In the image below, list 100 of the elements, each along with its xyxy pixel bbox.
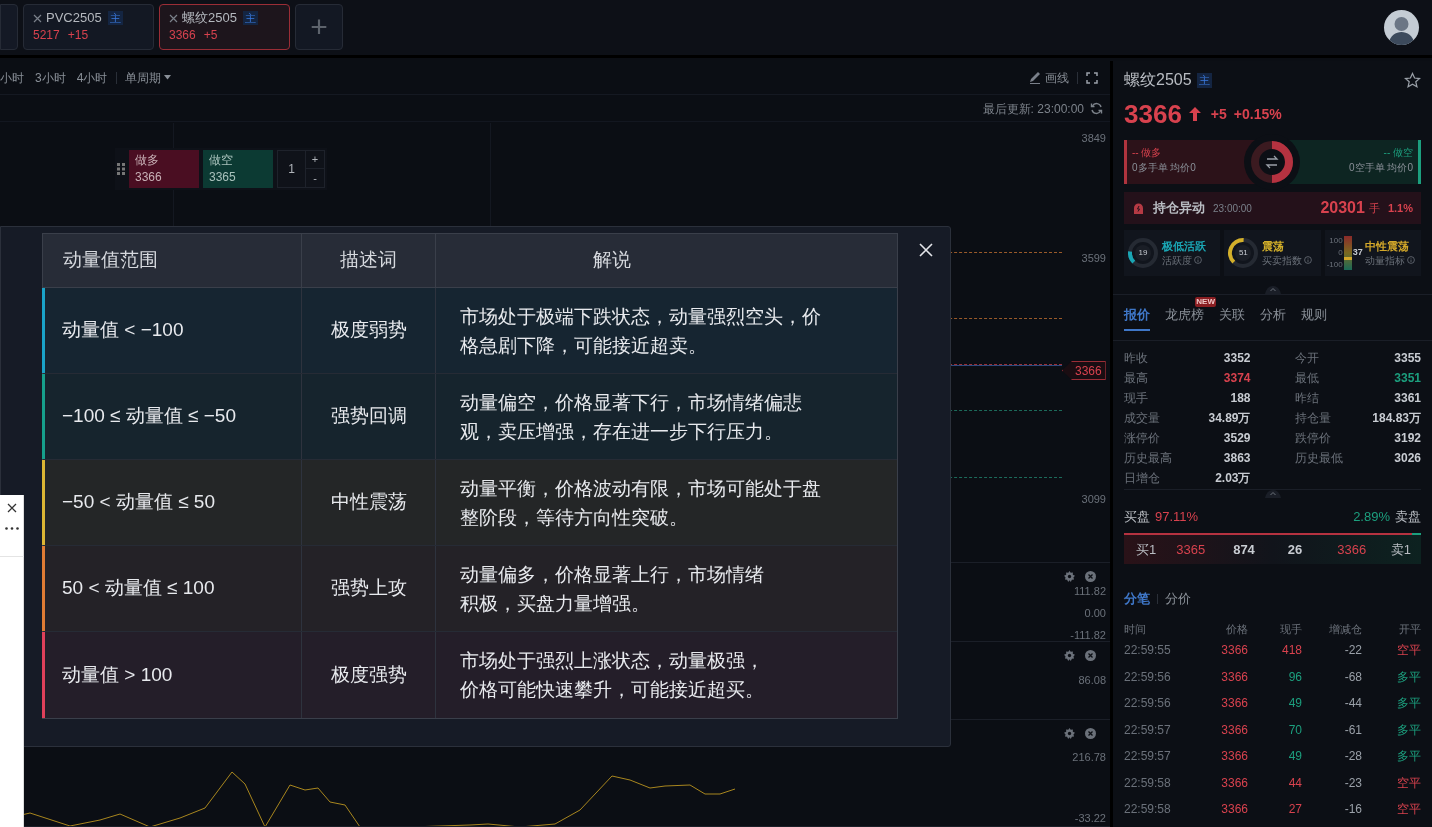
indicator-subtitle: 动量指标 <box>1364 253 1405 268</box>
quote-label: 成交量 <box>1124 410 1160 427</box>
tab-change: +15 <box>67 27 89 43</box>
period-mode-dropdown[interactable]: 单周期 <box>125 68 172 87</box>
trade-oi-change: -22 <box>1343 642 1362 660</box>
refresh-icon[interactable] <box>1090 102 1103 115</box>
indicator-axis-label: 0.00 <box>1084 607 1106 620</box>
indicator-title: 极低活跃 <box>1162 238 1206 253</box>
trade-action: 空平 <box>1396 774 1421 792</box>
last-update-text: 最后更新: 23:00:00 <box>982 100 1084 118</box>
long-label: -- 做多 <box>1132 146 1163 160</box>
quote-label: 昨收 <box>1124 350 1148 367</box>
indicator-axis-label: -111.82 <box>1070 629 1106 641</box>
trade-price: 3366 <box>1220 668 1248 686</box>
trade-volume: 49 <box>1287 748 1302 766</box>
panel-tab[interactable]: 分析 <box>1260 301 1286 331</box>
fullscreen-icon[interactable] <box>1086 71 1098 84</box>
indicator-subtitle: 买卖指数 <box>1262 253 1303 268</box>
panel-tab[interactable]: 规则 <box>1301 301 1327 331</box>
increase-button[interactable]: + <box>306 151 324 169</box>
column-header: 描述词 <box>302 234 436 287</box>
period-option[interactable]: 小时 <box>0 68 24 87</box>
quote-label: 历史最低 <box>1294 450 1343 467</box>
bid-label: 买1 <box>1136 540 1157 559</box>
trade-tab[interactable]: 分价 <box>1165 589 1191 609</box>
settings-icon[interactable] <box>1064 650 1075 661</box>
alert-time: 23:00:00 <box>1213 201 1252 216</box>
draw-line-button[interactable]: 画线 <box>1029 68 1069 87</box>
quote-label: 跌停价 <box>1294 430 1331 447</box>
explanation-line: 动量偏多，价格显著上行，市场情绪 <box>460 562 764 587</box>
indicator-card[interactable]: 19 极低活跃 活跃度 <box>1124 230 1221 276</box>
trade-price: 3366 <box>1220 721 1248 739</box>
ask-label: 卖1 <box>1390 540 1411 559</box>
quote-value: 3026 <box>1394 450 1421 467</box>
panel-tab[interactable]: 报价 <box>1124 301 1150 331</box>
range-cell-text: −50 < 动量值 ≤ 50 <box>62 490 215 515</box>
settings-icon[interactable] <box>1064 728 1075 739</box>
new-badge: NEW <box>1195 297 1216 307</box>
buy-long-button[interactable]: 做多 3366 <box>129 150 199 188</box>
quote-label: 今开 <box>1294 350 1319 367</box>
price-axis-label: 3099 <box>1081 492 1106 507</box>
instrument-tab[interactable]: PVC2505 主 5217 +15 <box>23 4 154 50</box>
momentum-value: 37 <box>1352 246 1363 260</box>
panel-tab[interactable]: 关联 <box>1219 301 1245 331</box>
tab-price: 3366 <box>169 27 196 43</box>
trade-time: 22:59:58 <box>1124 801 1172 819</box>
pen-icon <box>1029 71 1041 84</box>
period-option[interactable]: 4小时 <box>76 68 108 87</box>
scale-label: -100 <box>1326 259 1343 271</box>
last-price: 3366 <box>1124 97 1182 131</box>
sell-side-percent: 2.89% <box>1353 508 1390 527</box>
drag-handle-icon[interactable] <box>117 163 125 175</box>
info-icon[interactable] <box>1304 256 1313 264</box>
info-icon[interactable] <box>1194 256 1202 264</box>
quote-value: 3192 <box>1394 430 1421 447</box>
explanation-line: 价格可能快速攀升，可能接近超买。 <box>460 678 764 702</box>
tab-price: 5217 <box>33 27 60 43</box>
explanation-line: 积极，买盘力量增强。 <box>460 591 650 616</box>
indicator-axis-label: 111.82 <box>1074 585 1106 598</box>
main-contract-badge: 主 <box>242 11 258 25</box>
trade-tab[interactable]: 分笔 <box>1124 589 1150 609</box>
trade-time: 22:59:56 <box>1124 668 1172 686</box>
collapse-icon[interactable] <box>1262 286 1283 294</box>
quote-label: 持仓量 <box>1294 410 1331 427</box>
info-icon[interactable] <box>1406 256 1415 264</box>
buy-side-label: 买盘 <box>1124 508 1150 527</box>
explanation-line: 格急剧下降，可能接近超卖。 <box>460 333 707 358</box>
quote-value: 3351 <box>1394 370 1421 387</box>
price-axis-label: 3849 <box>1081 131 1106 146</box>
alert-unit: 手 <box>1368 200 1380 216</box>
close-icon[interactable] <box>6 503 17 513</box>
range-cell-text: 动量值 > 100 <box>62 662 173 687</box>
trade-oi-change: -61 <box>1343 721 1362 739</box>
instrument-tab[interactable]: 螺纹2505 主 3366 +5 <box>159 4 290 50</box>
more-icon[interactable] <box>4 527 19 530</box>
settings-icon[interactable] <box>1064 571 1075 582</box>
explanation-line: 市场处于极端下跌状态，动量强烈空头，价 <box>460 304 821 329</box>
indicator-title: 震荡 <box>1262 238 1286 253</box>
star-icon[interactable] <box>1404 71 1421 89</box>
trade-oi-change: -28 <box>1343 748 1362 766</box>
quote-label: 涨停价 <box>1124 430 1160 447</box>
gauge-icon <box>1126 236 1160 270</box>
quote-value: 184.83万 <box>1372 410 1421 427</box>
collapse-icon[interactable] <box>1262 490 1283 498</box>
quote-value: 3529 <box>1223 430 1251 447</box>
explanation-line: 动量偏空，价格显著下行，市场情绪偏悲 <box>460 390 802 415</box>
range-cell-text: 动量值 < −100 <box>62 318 184 343</box>
up-arrow-icon <box>1188 107 1201 121</box>
quote-value: 3374 <box>1223 370 1251 387</box>
indicator-card[interactable]: 51 震荡 买卖指数 <box>1224 230 1321 276</box>
trade-time: 22:59:56 <box>1124 695 1172 713</box>
column-header: 动量值范围 <box>43 234 302 287</box>
quantity-field[interactable]: 1 <box>278 151 306 187</box>
decrease-button[interactable]: - <box>306 169 324 187</box>
sell-short-button[interactable]: 做空 3365 <box>203 150 273 188</box>
tab-symbol: PVC2505 <box>46 10 102 26</box>
trade-volume: 49 <box>1287 695 1302 713</box>
explanation-line: 观，卖压增强，存在进一步下行压力。 <box>460 419 783 444</box>
period-option[interactable]: 3小时 <box>35 68 66 87</box>
trade-volume: 418 <box>1280 642 1302 660</box>
